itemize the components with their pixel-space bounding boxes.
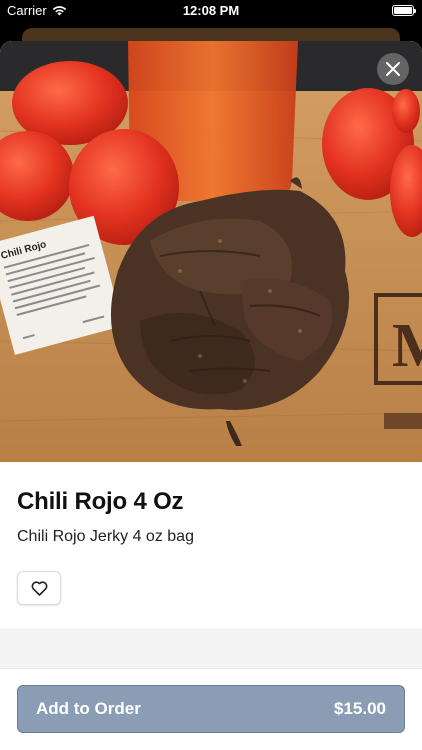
price-label: $15.00 bbox=[334, 699, 386, 718]
product-detail-sheet: Chili Rojo M Chili Rojo 4 Oz Chili Rojo … bbox=[0, 41, 422, 750]
product-image: Chili Rojo M bbox=[0, 41, 422, 462]
status-bar: Carrier 12:08 PM bbox=[0, 0, 422, 22]
product-info: Chili Rojo 4 Oz Chili Rojo Jerky 4 oz ba… bbox=[0, 488, 422, 605]
close-button[interactable] bbox=[377, 53, 409, 85]
add-to-order-button[interactable]: Add to Order $15.00 bbox=[17, 685, 405, 733]
app-screen: Carrier 12:08 PM Chili Rojo M Chili Rojo… bbox=[0, 0, 422, 750]
battery-icon bbox=[392, 5, 416, 16]
status-time: 12:08 PM bbox=[182, 3, 240, 18]
product-title: Chili Rojo 4 Oz bbox=[17, 488, 184, 515]
heart-icon bbox=[31, 580, 47, 596]
close-icon bbox=[386, 62, 400, 76]
favorite-button[interactable] bbox=[17, 571, 61, 605]
product-photo: Chili Rojo M bbox=[0, 41, 422, 462]
product-description: Chili Rojo Jerky 4 oz bag bbox=[17, 528, 194, 545]
add-to-order-label: Add to Order bbox=[36, 699, 141, 718]
section-divider bbox=[0, 629, 422, 669]
svg-text:M: M bbox=[392, 312, 422, 380]
